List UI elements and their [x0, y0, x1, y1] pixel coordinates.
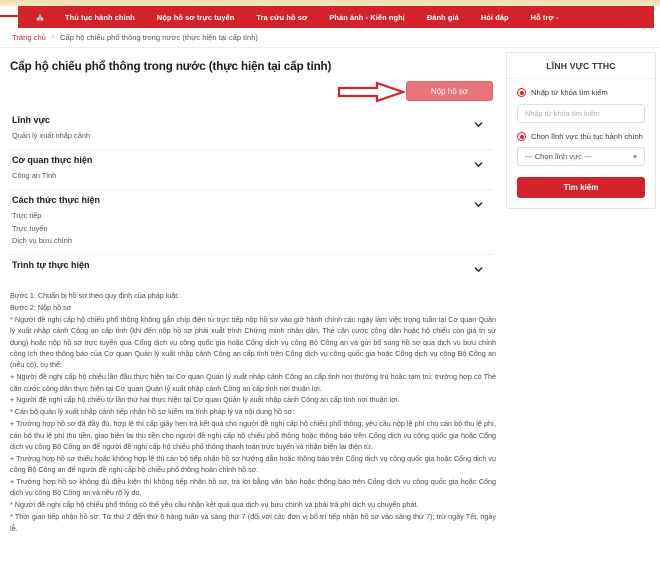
sidebar-panel-body: Nhập từ khóa tìm kiếm Chọn lĩnh vực thủ …: [507, 79, 655, 198]
tthc-search-panel: LĨNH VỰC TTHC Nhập từ khóa tìm kiếm Chọn…: [506, 52, 656, 209]
accordion-value: Quản lý xuất nhập cảnh: [12, 131, 91, 140]
right-arrow-annotation: [337, 81, 407, 103]
accordion-title-trinh-tu-thuc-hien: Trình tự thực hiện: [12, 260, 90, 271]
field-select-value: --- Chọn lĩnh vực ---: [525, 152, 592, 161]
chevron-down-icon[interactable]: [474, 196, 483, 207]
main-navigation-bar: ⛪ Thủ tục hành chính Nộp hồ sơ trực tuyế…: [0, 6, 654, 28]
keyword-search-input[interactable]: [517, 104, 645, 123]
nav-item-hoi-dap[interactable]: Hỏi đáp: [470, 13, 520, 22]
accordion-value: Dịch vụ bưu chính: [12, 235, 72, 245]
procedure-paragraph: * Người đề nghị cấp hộ chiếu phổ thông k…: [10, 314, 496, 370]
accordion-value: Trực tiếp: [12, 211, 42, 221]
procedure-paragraph: + Người đề nghị cấp hộ chiếu từ lần thứ …: [10, 395, 400, 405]
accordion-body-cach-thuc-thuc-hien: Trực tiếp Trực tuyến Dịch vụ bưu chính: [10, 210, 493, 254]
accordion-header-cach-thuc-thuc-hien[interactable]: Cách thức thực hiện: [10, 190, 493, 210]
accordion-body-co-quan-thuc-hien: Công an Tỉnh: [10, 170, 493, 189]
procedure-paragraph: Bước 1: Chuẩn bị hồ sơ theo quy định của…: [10, 291, 180, 300]
accordion-header-co-quan-thuc-hien[interactable]: Cơ quan thực hiện: [10, 150, 493, 170]
radio-option-keyword[interactable]: Nhập từ khóa tìm kiếm: [517, 88, 645, 97]
procedure-paragraph: + Người đề nghị cấp hộ chiếu lần đầu thự…: [10, 372, 496, 393]
detail-accordion: Lĩnh vực Quản lý xuất nhập cảnh Cơ quan …: [10, 110, 493, 275]
procedure-paragraph: * Thời gian tiếp nhận hồ sơ: Từ thứ 2 đế…: [10, 512, 496, 533]
procedure-paragraph: Bước 2: Nộp hồ sơ: [10, 302, 72, 312]
accordion-section-trinh-tu-thuc-hien: Trình tự thực hiện: [10, 255, 493, 275]
chevron-down-icon[interactable]: [474, 156, 483, 167]
breadcrumb-current: Cấp hộ chiếu phổ thông trong nước (thực …: [60, 33, 258, 42]
accordion-title-cach-thuc-thuc-hien: Cách thức thực hiện: [12, 195, 101, 206]
radio-field-icon[interactable]: [517, 132, 526, 141]
field-select[interactable]: --- Chọn lĩnh vực ---: [517, 147, 645, 166]
procedure-paragraph: + Trường hợp hồ sơ không đủ điều kiện th…: [10, 477, 496, 498]
accordion-title-co-quan-thuc-hien: Cơ quan thực hiện: [12, 155, 93, 166]
nav-item-tra-cuu-ho-so[interactable]: Tra cứu hồ sơ: [245, 13, 318, 22]
breadcrumb-divider: [0, 47, 660, 48]
breadcrumb-home-link[interactable]: Trang chủ: [12, 33, 46, 42]
submit-application-button[interactable]: Nộp hồ sơ: [406, 81, 493, 101]
chevron-down-icon: [633, 155, 637, 158]
procedure-paragraph: * Cán bộ quản lý xuất nhập cảnh tiếp nhậ…: [10, 407, 295, 417]
dropdown-dash-icon: -: [555, 12, 559, 22]
page-root: ⛪ Thủ tục hành chính Nộp hồ sơ trực tuyế…: [0, 0, 660, 562]
procedure-paragraph: + Trường hợp hồ sơ thiếu hoặc không hợp …: [10, 453, 496, 475]
nav-item-phan-anh-kien-nghi[interactable]: Phản ánh - Kiến nghị: [318, 13, 416, 22]
search-button[interactable]: Tìm kiếm: [517, 177, 645, 198]
accordion-title-linh-vuc: Lĩnh vực: [12, 115, 51, 125]
radio-keyword-icon[interactable]: [517, 88, 526, 97]
procedure-text-block: Bước 1: Chuẩn bị hồ sơ theo quy định của…: [10, 290, 496, 534]
accordion-header-trinh-tu-thuc-hien[interactable]: Trình tự thực hiện: [10, 255, 493, 275]
nav-item-nop-ho-so-truc-tuyen[interactable]: Nộp hồ sơ trực tuyến: [146, 13, 245, 22]
chevron-down-icon[interactable]: [474, 116, 483, 127]
radio-field-label: Chọn lĩnh vực thủ tục hành chính: [531, 132, 643, 141]
accordion-section-linh-vuc: Lĩnh vực Quản lý xuất nhập cảnh: [10, 110, 493, 151]
nav-item-thu-tuc-hanh-chinh[interactable]: Thủ tục hành chính: [54, 13, 146, 22]
radio-keyword-label: Nhập từ khóa tìm kiếm: [531, 88, 608, 97]
sidebar-panel-heading: LĨNH VỰC TTHC: [507, 53, 655, 79]
accordion-value: Công an Tỉnh: [12, 171, 57, 181]
chevron-down-icon[interactable]: [474, 261, 483, 272]
nav-item-ho-tro[interactable]: Hỗ trợ -: [520, 13, 570, 22]
breadcrumb-separator-icon: >: [50, 34, 56, 41]
procedure-paragraph: + Trường hợp hồ sơ đã đầy đủ, hợp lệ thì…: [10, 419, 496, 451]
accordion-section-cach-thuc-thuc-hien: Cách thức thực hiện Trực tiếp Trực tuyến…: [10, 190, 493, 256]
nav-item-ho-tro-label: Hỗ trợ: [530, 12, 554, 22]
accordion-value: Trực tuyến: [12, 223, 48, 233]
page-title: Cấp hộ chiếu phổ thông trong nước (thực …: [10, 60, 332, 73]
accordion-body-linh-vuc: Quản lý xuất nhập cảnh: [10, 130, 493, 149]
procedure-paragraph: * Người đề nghị cấp hộ chiếu phổ thông c…: [10, 500, 419, 510]
accordion-section-co-quan-thuc-hien: Cơ quan thực hiện Công an Tỉnh: [10, 150, 493, 191]
nav-item-danh-gia[interactable]: Đánh giá: [416, 13, 470, 22]
breadcrumb: Trang chủ > Cấp hộ chiếu phổ thông trong…: [12, 33, 258, 42]
radio-option-field[interactable]: Chọn lĩnh vực thủ tục hành chính: [517, 132, 645, 141]
home-icon[interactable]: ⛪: [26, 13, 54, 21]
accordion-header-linh-vuc[interactable]: Lĩnh vực: [10, 110, 493, 130]
